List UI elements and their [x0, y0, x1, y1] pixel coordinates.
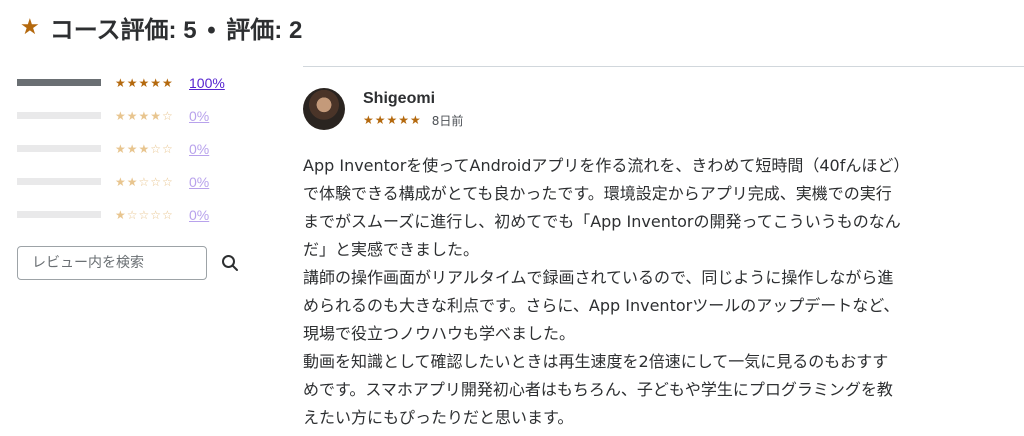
rating-percent-5[interactable]: 100%	[189, 75, 225, 91]
review-date: 8日前	[431, 113, 464, 128]
rating-percent-3[interactable]: 0%	[189, 141, 209, 157]
star-rating-4: ★★★★☆	[115, 108, 174, 123]
star-rating-3: ★★★☆☆	[115, 141, 174, 156]
review-body: App Inventorを使ってAndroidアプリを作る流れを、きわめて短時間…	[303, 152, 1003, 432]
reviewer-name: Shigeomi	[363, 89, 436, 107]
rating-breakdown: ★★★★★ 100% ★★★★☆ 0% ★★★☆☆ 0% ★★☆☆☆ 0% ★☆…	[17, 66, 277, 231]
rating-filter-2-stars[interactable]: ★★☆☆☆ 0%	[17, 165, 277, 198]
rating-percent-1[interactable]: 0%	[189, 207, 209, 223]
search-icon	[222, 255, 238, 271]
reviewer-info: Shigeomi ★★★★★ 8日前	[303, 88, 1003, 130]
review-search-input[interactable]	[17, 246, 207, 280]
search-button[interactable]	[211, 245, 249, 281]
star-rating-5: ★★★★★	[115, 75, 174, 90]
review-meta: ★★★★★ 8日前	[363, 112, 463, 129]
review-star-rating: ★★★★★	[363, 113, 422, 127]
rating-bar-2	[17, 178, 101, 185]
rating-percent-2[interactable]: 0%	[189, 174, 209, 190]
review-search	[17, 245, 249, 281]
header-separator: •	[207, 17, 216, 44]
rating-bar-1	[17, 211, 101, 218]
review-divider	[303, 66, 1024, 67]
star-rating-1: ★☆☆☆☆	[115, 207, 174, 222]
course-rating-label: コース評価: 5	[49, 17, 197, 44]
star-icon: ★	[20, 14, 40, 40]
rating-filter-5-stars[interactable]: ★★★★★ 100%	[17, 66, 277, 99]
rating-bar-4	[17, 112, 101, 119]
rating-filter-1-star[interactable]: ★☆☆☆☆ 0%	[17, 198, 277, 231]
avatar	[303, 88, 345, 130]
course-rating-title: コース評価: 5 • 評価: 2	[50, 10, 307, 45]
rating-filter-4-stars[interactable]: ★★★★☆ 0%	[17, 99, 277, 132]
review-count-label: 評価: 2	[226, 17, 303, 44]
rating-percent-4[interactable]: 0%	[189, 108, 209, 124]
rating-bar-5	[17, 79, 101, 86]
rating-bar-fill-5	[17, 79, 101, 86]
course-rating-header: ★ コース評価: 5 • 評価: 2	[20, 10, 306, 45]
review-item: Shigeomi ★★★★★ 8日前 App Inventorを使ってAndro…	[303, 88, 1003, 432]
rating-bar-3	[17, 145, 101, 152]
rating-filter-3-stars[interactable]: ★★★☆☆ 0%	[17, 132, 277, 165]
review-text: App Inventorを使ってAndroidアプリを作る流れを、きわめて短時間…	[303, 156, 910, 427]
star-rating-2: ★★☆☆☆	[115, 174, 174, 189]
